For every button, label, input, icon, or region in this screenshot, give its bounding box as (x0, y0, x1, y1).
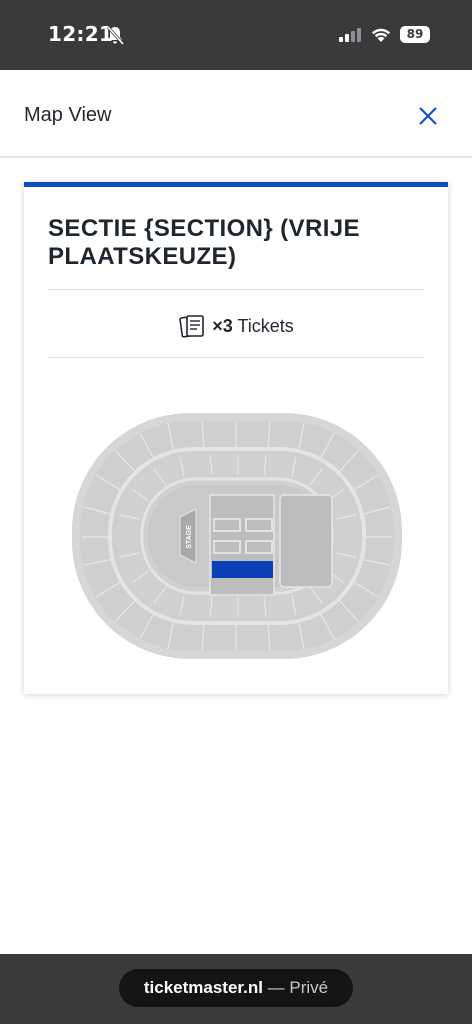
bell-slash-icon (106, 26, 125, 45)
seat-map[interactable]: STAGE (70, 411, 406, 661)
browser-bar: ticketmaster.nl — Privé (0, 954, 472, 1024)
battery-icon: 89 (400, 26, 430, 43)
stage-label: STAGE (186, 525, 193, 549)
tickets-count: ×3 (212, 315, 233, 336)
tickets-label: Tickets (237, 315, 294, 336)
url-bar[interactable]: ticketmaster.nl — Privé (119, 969, 353, 1007)
status-time: 12:21 (48, 22, 114, 46)
close-icon (419, 107, 437, 125)
tickets-summary: ×3 Tickets (24, 311, 448, 341)
cellular-signal-icon (339, 28, 361, 42)
selected-section[interactable] (212, 561, 273, 578)
browsing-mode: Privé (289, 978, 329, 997)
divider (48, 357, 424, 358)
close-button[interactable] (410, 98, 446, 134)
section-card: SECTIE {SECTION} (VRIJE PLAATSKEUZE) ×3 … (24, 182, 448, 694)
status-bar: 12:21 89 (0, 0, 472, 70)
section-title: SECTIE {SECTION} (VRIJE PLAATSKEUZE) (48, 215, 360, 270)
wifi-icon (372, 28, 390, 42)
modal-header: Map View (0, 70, 472, 158)
url-domain: ticketmaster.nl (143, 978, 263, 997)
divider (48, 289, 424, 290)
page-title: Map View (24, 104, 112, 126)
url-separator: — (262, 978, 290, 997)
tickets-icon (179, 315, 205, 338)
